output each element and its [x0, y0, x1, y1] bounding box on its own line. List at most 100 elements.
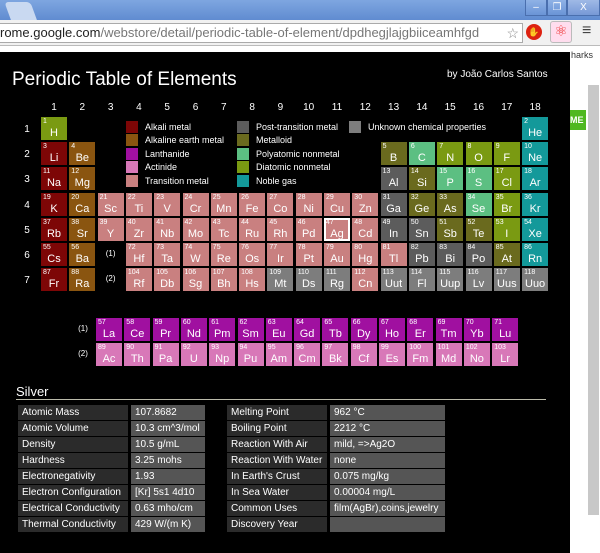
element-cell[interactable]: 20 Ca — [69, 192, 96, 216]
browser-tab[interactable] — [4, 2, 38, 22]
element-cell[interactable]: 94 Pu — [237, 343, 264, 366]
element-cell[interactable]: 26 Fe — [239, 192, 266, 216]
element-cell[interactable]: 15 P — [437, 167, 464, 191]
element-cell[interactable]: 117 Uus — [493, 268, 520, 292]
element-cell[interactable]: 110 Ds — [295, 268, 322, 292]
element-cell[interactable]: 80 Hg — [352, 243, 379, 266]
element-cell[interactable]: 30 Zn — [352, 192, 379, 216]
element-cell[interactable]: 76 Os — [239, 243, 266, 266]
element-cell[interactable]: 113 Uut — [380, 268, 407, 292]
element-cell[interactable]: 61 Pm — [209, 318, 236, 341]
element-cell[interactable]: 57 La — [96, 318, 122, 341]
element-cell[interactable]: 83 Bi — [437, 243, 464, 266]
element-cell[interactable]: 58 Ce — [124, 318, 151, 341]
element-cell[interactable]: 3 Li — [41, 142, 67, 166]
element-cell[interactable]: 103 Lr — [492, 343, 519, 366]
element-cell[interactable]: 37 Rb — [41, 217, 67, 241]
element-cell[interactable]: 53 I — [493, 217, 520, 241]
element-cell[interactable]: 70 Yb — [463, 318, 490, 341]
element-cell[interactable]: 44 Ru — [239, 217, 266, 241]
element-cell[interactable]: 11 Na — [41, 167, 67, 191]
element-cell[interactable]: 64 Gd — [294, 318, 321, 341]
element-cell[interactable]: 62 Sm — [237, 318, 264, 341]
element-cell[interactable]: 104 Rf — [125, 268, 152, 292]
element-cell[interactable]: 45 Rh — [267, 217, 294, 241]
element-cell[interactable]: 106 Sg — [182, 268, 209, 292]
element-cell[interactable]: 55 Cs — [41, 243, 67, 266]
element-cell[interactable]: 65 Tb — [322, 318, 349, 341]
element-cell[interactable]: 23 V — [154, 192, 181, 216]
element-cell[interactable]: 16 S — [465, 167, 492, 191]
element-cell[interactable]: 91 Pa — [152, 343, 179, 366]
menu-icon[interactable]: ≡ — [582, 22, 591, 40]
element-cell[interactable]: 32 Ge — [408, 192, 435, 216]
atom-extension-icon[interactable]: ⚛ — [550, 21, 572, 43]
element-cell[interactable]: 56 Ba — [69, 243, 96, 266]
element-cell[interactable]: 18 Ar — [522, 167, 549, 191]
element-cell[interactable]: 46 Pd — [295, 217, 322, 241]
element-cell[interactable]: 114 Fl — [408, 268, 435, 292]
element-cell[interactable]: 34 Se — [465, 192, 492, 216]
element-cell[interactable]: 92 U — [180, 343, 207, 366]
element-cell[interactable]: 95 Am — [265, 343, 292, 366]
element-cell[interactable]: 43 Tc — [210, 217, 237, 241]
element-cell[interactable]: 72 Hf — [125, 243, 152, 266]
element-cell[interactable]: 98 Cf — [350, 343, 377, 366]
element-cell[interactable]: 48 Cd — [352, 217, 379, 241]
element-cell[interactable]: 68 Er — [407, 318, 434, 341]
element-cell[interactable]: 13 Al — [380, 167, 407, 191]
element-cell[interactable]: 31 Ga — [380, 192, 407, 216]
address-bar[interactable]: rome.google.com/webstore/detail/periodic… — [0, 23, 523, 43]
element-cell[interactable]: 50 Sn — [408, 217, 435, 241]
element-cell[interactable]: 82 Pb — [408, 243, 435, 266]
element-cell[interactable]: 90 Th — [124, 343, 151, 366]
element-cell[interactable]: 87 Fr — [41, 268, 67, 292]
element-cell[interactable]: 2 He — [522, 117, 549, 140]
element-cell[interactable]: 41 Nb — [154, 217, 181, 241]
element-cell[interactable]: 19 K — [41, 192, 67, 216]
element-cell[interactable]: 63 Eu — [265, 318, 292, 341]
element-cell[interactable]: 69 Tm — [435, 318, 462, 341]
element-cell[interactable]: 38 Sr — [69, 217, 96, 241]
element-cell[interactable]: 112 Cn — [352, 268, 379, 292]
element-cell[interactable]: 59 Pr — [152, 318, 179, 341]
element-cell[interactable]: 35 Br — [493, 192, 520, 216]
element-cell[interactable]: 54 Xe — [522, 217, 549, 241]
element-cell[interactable]: 73 Ta — [154, 243, 181, 266]
element-cell[interactable]: 8O — [465, 142, 492, 166]
element-cell[interactable]: 24 Cr — [182, 192, 209, 216]
element-cell[interactable]: 77 Ir — [267, 243, 294, 266]
element-cell[interactable]: 75 Re — [210, 243, 237, 266]
element-cell[interactable]: 88 Ra — [69, 268, 96, 292]
element-cell[interactable]: 79 Au — [324, 243, 350, 266]
element-cell[interactable]: 115 Uup — [437, 268, 464, 292]
element-cell[interactable]: 5B — [380, 142, 407, 166]
element-cell[interactable]: 27 Co — [267, 192, 294, 216]
element-cell[interactable]: 52 Te — [465, 217, 492, 241]
element-cell[interactable]: 9F — [493, 142, 520, 166]
element-cell[interactable]: 67 Ho — [379, 318, 405, 341]
element-cell[interactable]: 74 W — [182, 243, 209, 266]
restore-button[interactable]: ❐ — [547, 0, 567, 16]
element-cell[interactable]: 29 Cu — [324, 192, 350, 216]
element-cell[interactable]: 84 Po — [465, 243, 492, 266]
element-cell[interactable]: 66 Dy — [350, 318, 377, 341]
element-cell[interactable]: 78 Pt — [295, 243, 322, 266]
element-cell[interactable]: 1H — [41, 117, 67, 140]
element-cell[interactable]: 42 Mo — [182, 217, 209, 241]
element-cell[interactable]: 109 Mt — [267, 268, 294, 292]
element-cell[interactable]: 12 Mg — [69, 167, 96, 191]
element-cell[interactable]: 36 Kr — [522, 192, 549, 216]
element-cell[interactable]: 99 Es — [379, 343, 405, 366]
close-window-button[interactable]: X — [567, 0, 600, 16]
element-cell[interactable]: 102 No — [463, 343, 490, 366]
element-cell[interactable]: 17 Cl — [493, 167, 520, 191]
element-cell[interactable]: 51 Sb — [437, 217, 464, 241]
element-cell[interactable]: 6C — [408, 142, 435, 166]
element-cell[interactable]: 107 Bh — [210, 268, 237, 292]
element-cell[interactable]: 4 Be — [69, 142, 96, 166]
element-cell[interactable]: 81 Tl — [380, 243, 407, 266]
element-cell[interactable]: 96 Cm — [294, 343, 321, 366]
element-cell[interactable]: 116 Lv — [465, 268, 492, 292]
element-cell[interactable]: 14 Si — [408, 167, 435, 191]
